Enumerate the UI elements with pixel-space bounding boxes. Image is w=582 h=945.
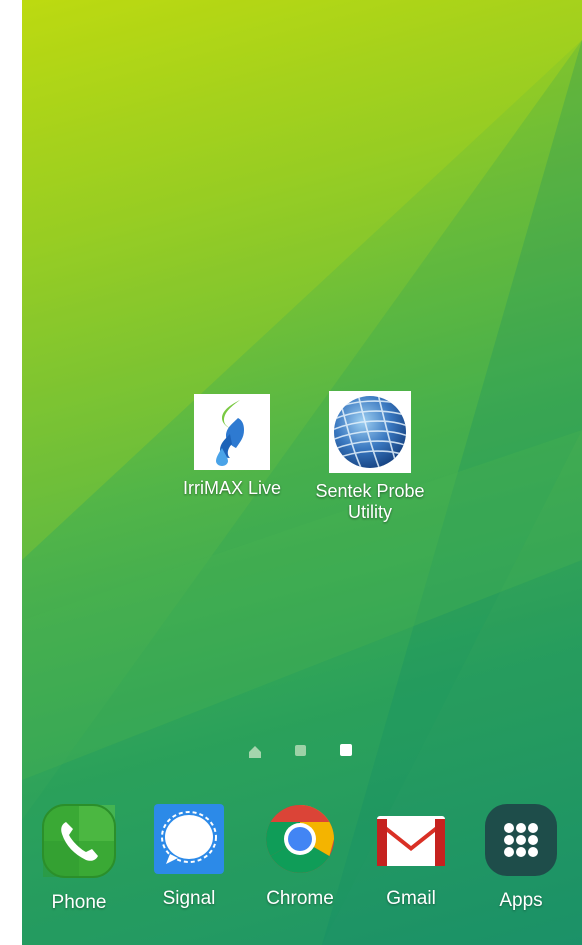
shortcut-label: IrriMAX Live	[182, 478, 281, 498]
dock: Phone Signal Chrome Gmail Apps	[22, 800, 582, 945]
shortcut-sentek-probe-utility[interactable]: Sentek Probe Utility	[302, 391, 438, 523]
dock-app-apps[interactable]: Apps	[466, 804, 576, 912]
page-dot[interactable]	[295, 745, 306, 756]
home-icon	[249, 746, 261, 758]
signal-icon	[154, 804, 224, 874]
sentek-globe-icon	[329, 391, 411, 473]
home-screen: IrriMAX Live Sentek Probe Utility Phone …	[22, 0, 582, 945]
gmail-icon	[377, 816, 445, 866]
irrimax-live-icon	[194, 394, 270, 470]
dock-label: Apps	[499, 890, 543, 911]
dock-app-gmail[interactable]: Gmail	[356, 804, 466, 910]
dock-app-phone[interactable]: Phone	[24, 804, 134, 914]
apps-grid-icon	[485, 804, 557, 876]
home-page-dot[interactable]	[249, 745, 261, 758]
shortcut-irrimax-live[interactable]: IrriMAX Live	[168, 394, 296, 499]
page-dot-current[interactable]	[340, 744, 352, 756]
dock-app-signal[interactable]: Signal	[134, 804, 244, 910]
phone-icon	[42, 804, 116, 878]
dock-app-chrome[interactable]: Chrome	[245, 804, 355, 910]
dock-label: Gmail	[386, 888, 436, 909]
dock-label: Signal	[162, 888, 216, 909]
dock-label: Chrome	[266, 888, 334, 909]
dock-label: Phone	[51, 892, 107, 913]
shortcut-label: Sentek Probe Utility	[315, 481, 425, 522]
chrome-icon	[266, 805, 334, 873]
